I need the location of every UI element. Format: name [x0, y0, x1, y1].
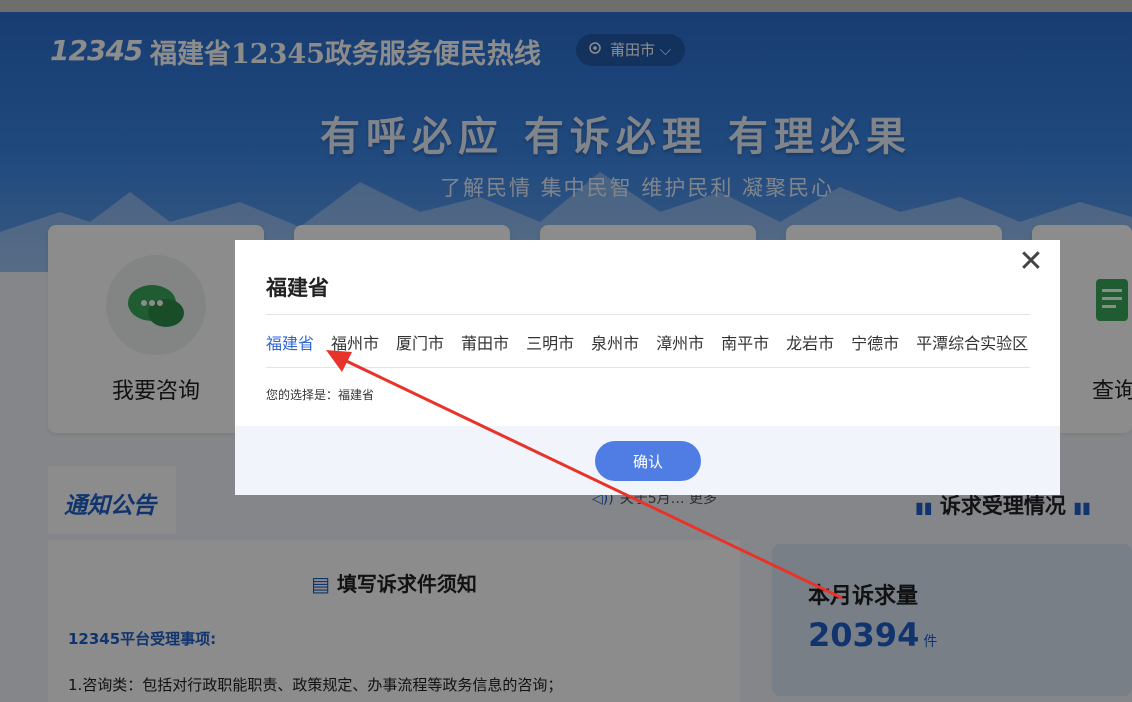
selection-summary: 您的选择是：福建省	[266, 386, 374, 403]
city-option[interactable]: 三明市	[526, 330, 574, 354]
city-option[interactable]: 宁德市	[851, 330, 899, 354]
city-list: 福建省 福州市 厦门市 莆田市 三明市 泉州市 漳州市 南平市 龙岩市 宁德市 …	[266, 330, 1028, 354]
city-option[interactable]: 平潭综合实验区	[916, 330, 1028, 354]
dialog-footer: 确认	[235, 426, 1060, 495]
city-option[interactable]: 漳州市	[656, 330, 704, 354]
city-select-dialog: 福建省 ✕ 福建省 福州市 厦门市 莆田市 三明市 泉州市 漳州市 南平市 龙岩…	[235, 240, 1060, 495]
city-option[interactable]: 南平市	[721, 330, 769, 354]
city-option[interactable]: 福州市	[331, 330, 379, 354]
dialog-title: 福建省	[266, 276, 329, 300]
close-icon[interactable]: ✕	[1017, 247, 1045, 277]
city-option[interactable]: 莆田市	[461, 330, 509, 354]
selection-prefix: 您的选择是：	[266, 388, 339, 402]
selection-value: 福建省	[338, 388, 375, 402]
city-option[interactable]: 厦门市	[396, 330, 444, 354]
divider	[266, 314, 1030, 315]
city-option[interactable]: 龙岩市	[786, 330, 834, 354]
confirm-button[interactable]: 确认	[595, 441, 701, 481]
city-option[interactable]: 泉州市	[591, 330, 639, 354]
city-option[interactable]: 福建省	[266, 330, 314, 354]
divider	[266, 367, 1030, 368]
